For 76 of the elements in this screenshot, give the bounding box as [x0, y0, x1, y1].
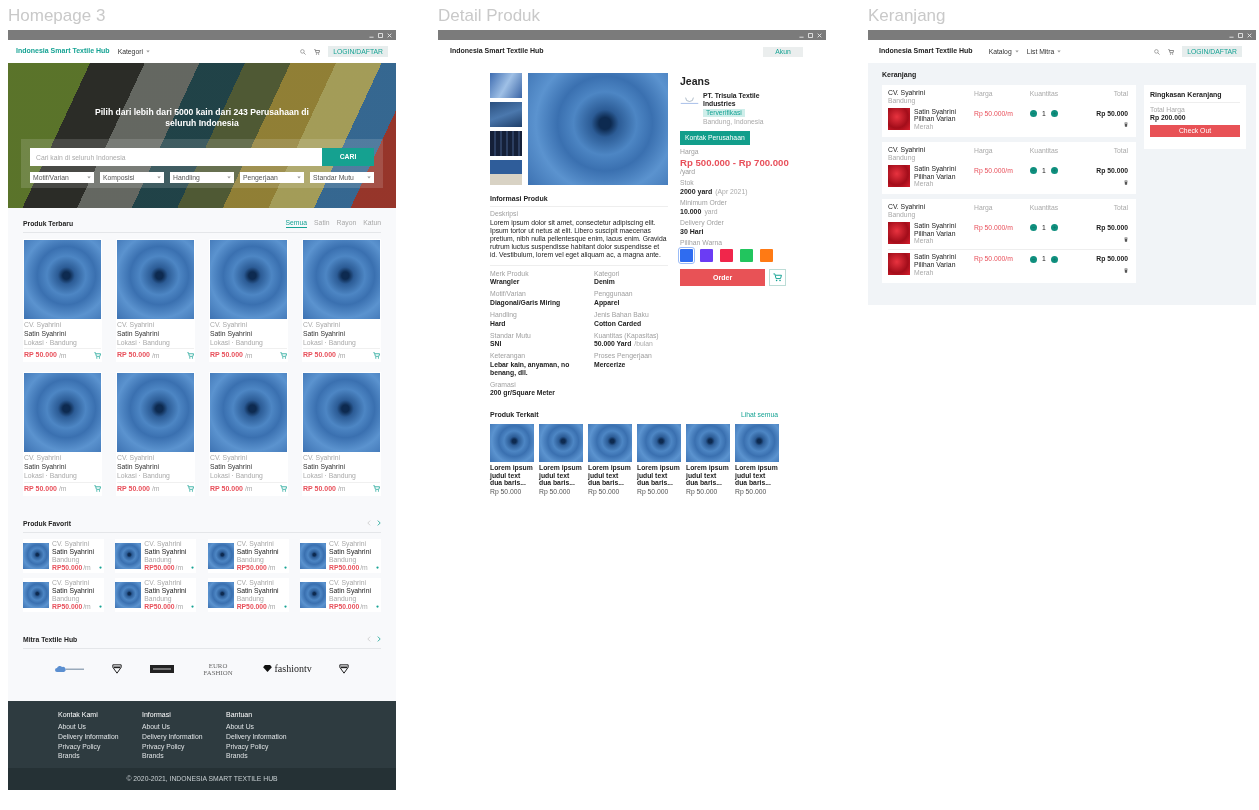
partner-logo-icon — [149, 664, 174, 673]
dot-icon[interactable] — [191, 605, 195, 609]
color-swatch[interactable] — [720, 249, 733, 263]
cart-icon[interactable] — [280, 351, 287, 359]
photo-placeholder — [207, 542, 234, 569]
close-icon[interactable] — [817, 32, 822, 38]
cart-icon[interactable] — [187, 485, 194, 493]
maximize-icon[interactable] — [378, 32, 383, 38]
partner-logo-icon — [339, 663, 350, 674]
cart-icon[interactable] — [773, 273, 783, 283]
dot-icon[interactable] — [376, 566, 379, 570]
search-icon[interactable] — [300, 48, 307, 55]
photo-placeholder — [115, 581, 142, 608]
dot-icon[interactable] — [283, 566, 287, 570]
color-swatch[interactable] — [680, 249, 693, 263]
trash-icon[interactable] — [1124, 236, 1128, 242]
company-logo-icon — [680, 97, 699, 105]
photo-placeholder — [490, 102, 522, 127]
caret-icon — [297, 176, 301, 180]
photo-placeholder — [207, 581, 234, 608]
close-icon[interactable] — [1247, 32, 1252, 38]
cart-icon[interactable] — [1168, 48, 1175, 55]
cart-icon[interactable] — [187, 351, 194, 359]
trash-icon[interactable] — [1124, 122, 1128, 128]
partner-logo-icon — [112, 663, 123, 674]
photo-placeholder — [735, 424, 779, 463]
caret-icon — [367, 176, 371, 180]
photo-placeholder — [588, 424, 632, 463]
caret-icon — [157, 176, 161, 180]
close-icon[interactable] — [387, 32, 392, 38]
price-range: Rp 500.000 - Rp 700.000 — [680, 157, 789, 169]
diamond-icon — [262, 665, 272, 673]
cart-icon[interactable] — [373, 485, 380, 493]
photo-placeholder — [888, 107, 910, 130]
caret-icon — [87, 176, 91, 180]
photo-placeholder — [300, 581, 326, 608]
cart-icon[interactable] — [314, 48, 321, 55]
maximize-icon[interactable] — [1238, 32, 1243, 38]
chevron-right-icon[interactable] — [377, 520, 381, 527]
color-swatch[interactable] — [700, 249, 713, 263]
caret-icon — [227, 176, 231, 180]
partner-logo-icon — [54, 664, 85, 673]
photo-placeholder — [300, 542, 326, 569]
photo-placeholder — [23, 542, 49, 569]
chevron-right-icon[interactable] — [377, 636, 381, 643]
dot-icon[interactable] — [283, 605, 287, 609]
cart-icon[interactable] — [94, 351, 101, 359]
photo-placeholder — [115, 542, 142, 569]
photo-placeholder — [888, 253, 910, 276]
photo-placeholder — [637, 424, 681, 463]
dot-icon[interactable] — [99, 605, 102, 609]
dot-icon[interactable] — [99, 566, 102, 570]
color-swatch[interactable] — [740, 249, 753, 263]
trash-icon[interactable] — [1124, 268, 1128, 274]
cart-icon[interactable] — [94, 485, 101, 493]
search-icon[interactable] — [1154, 48, 1161, 55]
photo-placeholder — [23, 581, 49, 608]
add-to-cart-button[interactable] — [769, 269, 786, 287]
maximize-icon[interactable] — [808, 32, 813, 38]
photo-placeholder — [539, 424, 583, 463]
dot-icon[interactable] — [191, 566, 195, 570]
photo-placeholder — [490, 424, 534, 463]
trash-icon[interactable] — [1124, 179, 1128, 185]
photo-placeholder — [490, 160, 522, 185]
cart-icon[interactable] — [280, 485, 287, 493]
product-title: Jeans — [680, 75, 711, 88]
photo-placeholder — [490, 131, 522, 156]
photo-placeholder — [888, 164, 910, 187]
photo-placeholder — [490, 73, 522, 98]
hero-headline: Pilih dari lebih dari 5000 kain dari 243 Perusahaan di seluruh Indonesia — [94, 107, 310, 130]
photo-placeholder — [888, 221, 910, 244]
cart-icon[interactable] — [373, 351, 380, 359]
logo-wordmark: fashiontv — [274, 663, 312, 675]
photo-placeholder — [686, 424, 730, 463]
dot-icon[interactable] — [376, 605, 379, 609]
color-swatch[interactable] — [760, 249, 773, 263]
